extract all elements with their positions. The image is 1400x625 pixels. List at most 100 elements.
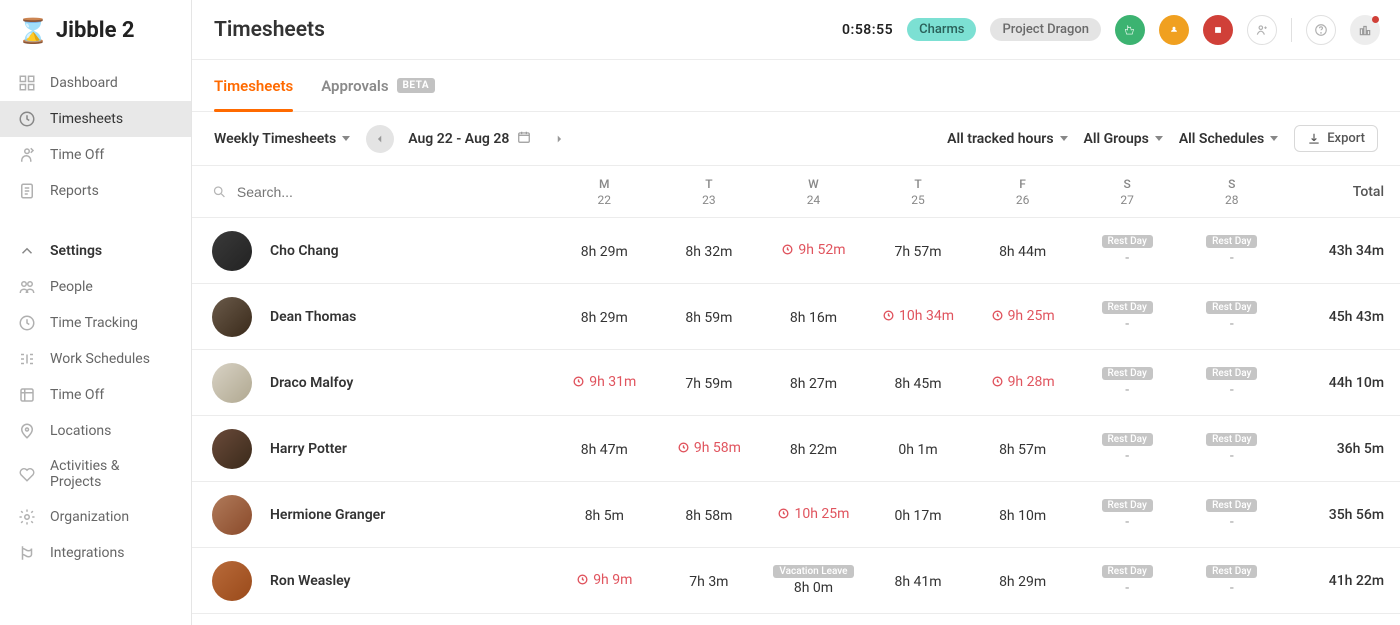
tab-timesheets[interactable]: Timesheets — [214, 60, 293, 111]
avatar — [212, 363, 252, 403]
table-row[interactable]: Hermione Granger8h 5m8h 58m 10h 25m0h 17… — [192, 482, 1400, 548]
time-cell: 7h 59m — [657, 373, 762, 392]
person-cell: Hermione Granger — [212, 495, 552, 535]
time-cell-overtime: 9h 58m — [657, 439, 762, 458]
sidebar-item-people[interactable]: People — [0, 269, 191, 305]
time-cell-overtime: 9h 9m — [552, 571, 657, 590]
time-cell: 8h 29m — [970, 571, 1075, 590]
brand-logo[interactable]: ⌛ Jibble 2 — [0, 14, 191, 59]
table-row[interactable]: Dean Thomas8h 29m8h 59m8h 16m 10h 34m 9h… — [192, 284, 1400, 350]
person-name: Cho Chang — [270, 243, 339, 259]
sidebar-item-label: Work Schedules — [50, 351, 150, 367]
person-cell: Harry Potter — [212, 429, 552, 469]
sidebar-item-label: Settings — [50, 243, 102, 259]
settings-icon — [18, 242, 36, 260]
time-cell: 8h 41m — [866, 571, 971, 590]
reports-icon — [18, 182, 36, 200]
table-row[interactable]: Cho Chang8h 29m8h 32m 9h 52m7h 57m8h 44m… — [192, 218, 1400, 284]
table-row[interactable]: Harry Potter 8h 47m 9h 58m8h 22m0h 1m8h 5… — [192, 416, 1400, 482]
rest-day-cell: Rest Day- — [1179, 565, 1284, 596]
sidebar-item-label: Time Tracking — [50, 315, 138, 331]
view-dropdown[interactable]: Weekly Timesheets — [214, 131, 350, 147]
time-cell: 0h 17m — [866, 505, 971, 524]
export-button[interactable]: Export — [1294, 125, 1378, 152]
chevron-down-icon — [1155, 136, 1163, 141]
table-row[interactable]: Ron Weasley 9h 9m7h 3mVacation Leave8h 0… — [192, 548, 1400, 614]
sidebar-item-reports[interactable]: Reports — [0, 173, 191, 209]
sidebar-item-label: Timesheets — [50, 111, 123, 127]
sidebar-item-organization[interactable]: Organization — [0, 499, 191, 535]
day-header: T25 — [866, 177, 971, 207]
divider — [1291, 18, 1292, 42]
work-schedules-icon — [18, 350, 36, 368]
person-name: Harry Potter — [270, 441, 347, 457]
current-project-pill[interactable]: Project Dragon — [990, 18, 1101, 41]
sidebar-item-label: Dashboard — [50, 75, 118, 91]
search-cell — [212, 183, 552, 201]
day-header: T23 — [657, 177, 762, 207]
time-cell: 8h 16m — [761, 307, 866, 326]
page-title: Timesheets — [214, 18, 325, 42]
day-header: W24 — [761, 177, 866, 207]
sidebar-item-activities-projects[interactable]: Activities & Projects — [0, 449, 191, 499]
rest-day-cell: Rest Day- — [1179, 301, 1284, 332]
sidebar-item-work-schedules[interactable]: Work Schedules — [0, 341, 191, 377]
time-cell: 8h 47m — [552, 439, 657, 458]
stop-button[interactable] — [1203, 15, 1233, 45]
sidebar-item-timesheets[interactable]: Timesheets — [0, 101, 191, 137]
download-icon — [1307, 132, 1321, 146]
time-cell-overtime: 9h 25m — [970, 307, 1075, 326]
time-cell: 8h 57m — [970, 439, 1075, 458]
organization-icon — [18, 508, 36, 526]
add-user-button[interactable] — [1247, 15, 1277, 45]
time-cell: 8h 44m — [970, 241, 1075, 260]
hours-filter-dropdown[interactable]: All tracked hours — [947, 131, 1067, 147]
time-cell: 0h 1m — [866, 439, 971, 458]
person-cell: Dean Thomas — [212, 297, 552, 337]
avatar — [212, 297, 252, 337]
notifications-button[interactable] — [1350, 15, 1380, 45]
search-input[interactable] — [235, 183, 552, 201]
time-cell: 8h 45m — [866, 373, 971, 392]
time-cell: 8h 29m — [552, 241, 657, 260]
sidebar-item-label: Reports — [50, 183, 99, 199]
avatar — [212, 429, 252, 469]
pause-button[interactable] — [1159, 15, 1189, 45]
sidebar-item-time-off[interactable]: Time Off — [0, 377, 191, 413]
schedules-filter-dropdown[interactable]: All Schedules — [1179, 131, 1278, 147]
search-icon — [212, 184, 227, 200]
sidebar-item-time-tracking[interactable]: Time Tracking — [0, 305, 191, 341]
sidebar-item-label: Time Off — [50, 147, 104, 163]
sidebar-item-settings[interactable]: Settings — [0, 233, 191, 269]
rest-day-cell: Rest Day- — [1075, 301, 1180, 332]
vacation-cell: Vacation Leave8h 0m — [761, 565, 866, 596]
next-week-button[interactable] — [545, 125, 573, 153]
current-activity-pill[interactable]: Charms — [907, 18, 976, 41]
total-cell: 43h 34m — [1284, 243, 1384, 259]
topbar: Timesheets 0:58:55 Charms Project Dragon — [192, 0, 1400, 60]
date-range-picker[interactable]: Aug 22 - Aug 28 — [408, 130, 531, 148]
groups-filter-dropdown[interactable]: All Groups — [1084, 131, 1163, 147]
rest-day-cell: Rest Day- — [1179, 433, 1284, 464]
sidebar-item-integrations[interactable]: Integrations — [0, 535, 191, 571]
rest-day-cell: Rest Day- — [1179, 235, 1284, 266]
day-header: S28 — [1179, 177, 1284, 207]
sidebar-item-time-off[interactable]: Time Off — [0, 137, 191, 173]
help-button[interactable] — [1306, 15, 1336, 45]
brand-name: Jibble 2 — [56, 18, 135, 43]
filter-bar: Weekly Timesheets Aug 22 - Aug 28 All tr… — [192, 112, 1400, 166]
total-cell: 36h 5m — [1284, 441, 1384, 457]
time-tracking-icon — [18, 314, 36, 332]
total-cell: 41h 22m — [1284, 573, 1384, 589]
time-cell: 8h 22m — [761, 439, 866, 458]
day-header: S27 — [1075, 177, 1180, 207]
sidebar-item-label: Integrations — [50, 545, 124, 561]
sidebar-item-dashboard[interactable]: Dashboard — [0, 65, 191, 101]
table-row[interactable]: Draco Malfoy 9h 31m7h 59m8h 27m8h 45m 9h… — [192, 350, 1400, 416]
prev-week-button[interactable] — [366, 125, 394, 153]
tab-approvals[interactable]: Approvals BETA — [321, 60, 435, 111]
hourglass-icon: ⌛ — [17, 19, 50, 43]
play-button[interactable] — [1115, 15, 1145, 45]
sidebar-item-locations[interactable]: Locations — [0, 413, 191, 449]
person-cell: Cho Chang — [212, 231, 552, 271]
